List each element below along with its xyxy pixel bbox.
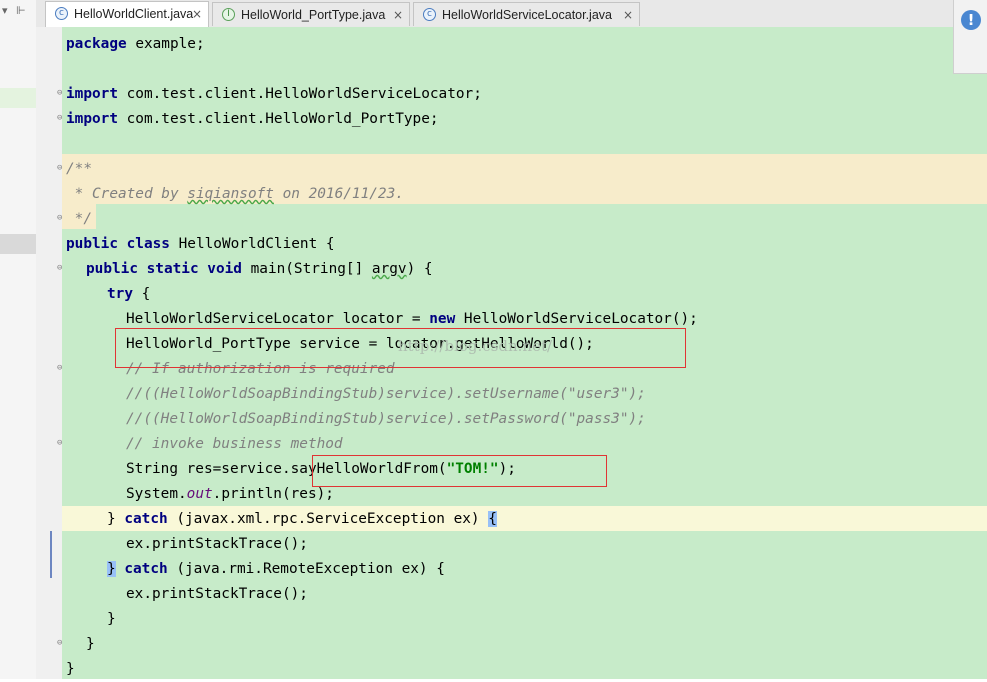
- tab-helloworld-porttype[interactable]: I HelloWorld_PortType.java ×: [212, 2, 410, 26]
- fold-icon[interactable]: ⊖: [57, 164, 66, 173]
- code-line: ex.printStackTrace();: [126, 536, 308, 552]
- code-line: * Created by siqiansoft on 2016/11/23.: [66, 186, 404, 202]
- fold-icon[interactable]: ⊖: [57, 439, 66, 448]
- close-icon[interactable]: ×: [192, 2, 202, 26]
- code-line: //((HelloWorldSoapBindingStub)service).s…: [126, 386, 646, 402]
- highlight-box: [312, 455, 607, 487]
- tab-helloworldservicelocator[interactable]: c HelloWorldServiceLocator.java ×: [413, 2, 640, 26]
- fold-icon[interactable]: ⊖: [57, 114, 66, 123]
- code-line: import com.test.client.HelloWorldService…: [66, 86, 482, 102]
- code-line: }: [107, 611, 116, 627]
- pin-icon[interactable]: ⊩: [16, 4, 26, 17]
- class-icon: c: [423, 8, 436, 21]
- code-line: } catch (java.rmi.RemoteException ex) {: [107, 561, 445, 577]
- collapse-icon[interactable]: ▾: [2, 4, 8, 17]
- code-line: System.out.println(res);: [126, 486, 334, 502]
- project-tree-highlight: [0, 88, 36, 108]
- highlight-box: [115, 328, 686, 368]
- editor-tab-bar: c HelloWorldClient.java × I HelloWorld_P…: [36, 0, 987, 28]
- vcs-change-marker[interactable]: [50, 531, 52, 578]
- fold-icon[interactable]: ⊖: [57, 639, 66, 648]
- fold-icon[interactable]: ⊖: [57, 364, 66, 373]
- code-line: // invoke business method: [126, 436, 343, 452]
- code-line: try {: [107, 286, 151, 302]
- tab-label: HelloWorld_PortType.java: [241, 8, 386, 22]
- code-line: package example;: [66, 36, 205, 52]
- code-line: }: [66, 661, 75, 677]
- fold-icon[interactable]: ⊖: [57, 214, 66, 223]
- code-line: public static void main(String[] argv) {: [86, 261, 433, 277]
- code-line: ex.printStackTrace();: [126, 586, 308, 602]
- fold-icon[interactable]: ⊖: [57, 89, 66, 98]
- interface-icon: I: [222, 8, 235, 21]
- tab-label: HelloWorldClient.java: [74, 7, 194, 21]
- code-line: import com.test.client.HelloWorld_PortTy…: [66, 111, 439, 127]
- code-line: */: [66, 211, 92, 227]
- project-tool-strip: ▾ ⊩: [0, 0, 37, 679]
- code-line: /**: [66, 161, 92, 177]
- code-line: //((HelloWorldSoapBindingStub)service).s…: [126, 411, 646, 427]
- close-icon[interactable]: ×: [623, 3, 633, 27]
- fold-icon[interactable]: ⊖: [57, 264, 66, 273]
- project-tree-selection[interactable]: [0, 234, 36, 254]
- close-icon[interactable]: ×: [393, 3, 403, 27]
- code-line: }: [86, 636, 95, 652]
- code-line: public class HelloWorldClient {: [66, 236, 335, 252]
- tab-helloworldclient[interactable]: c HelloWorldClient.java ×: [45, 1, 209, 27]
- class-icon: c: [55, 7, 68, 20]
- editor-gutter[interactable]: [36, 27, 63, 679]
- notification-icon[interactable]: !: [961, 10, 981, 30]
- tab-label: HelloWorldServiceLocator.java: [442, 8, 612, 22]
- code-line: } catch (javax.xml.rpc.ServiceException …: [107, 511, 497, 527]
